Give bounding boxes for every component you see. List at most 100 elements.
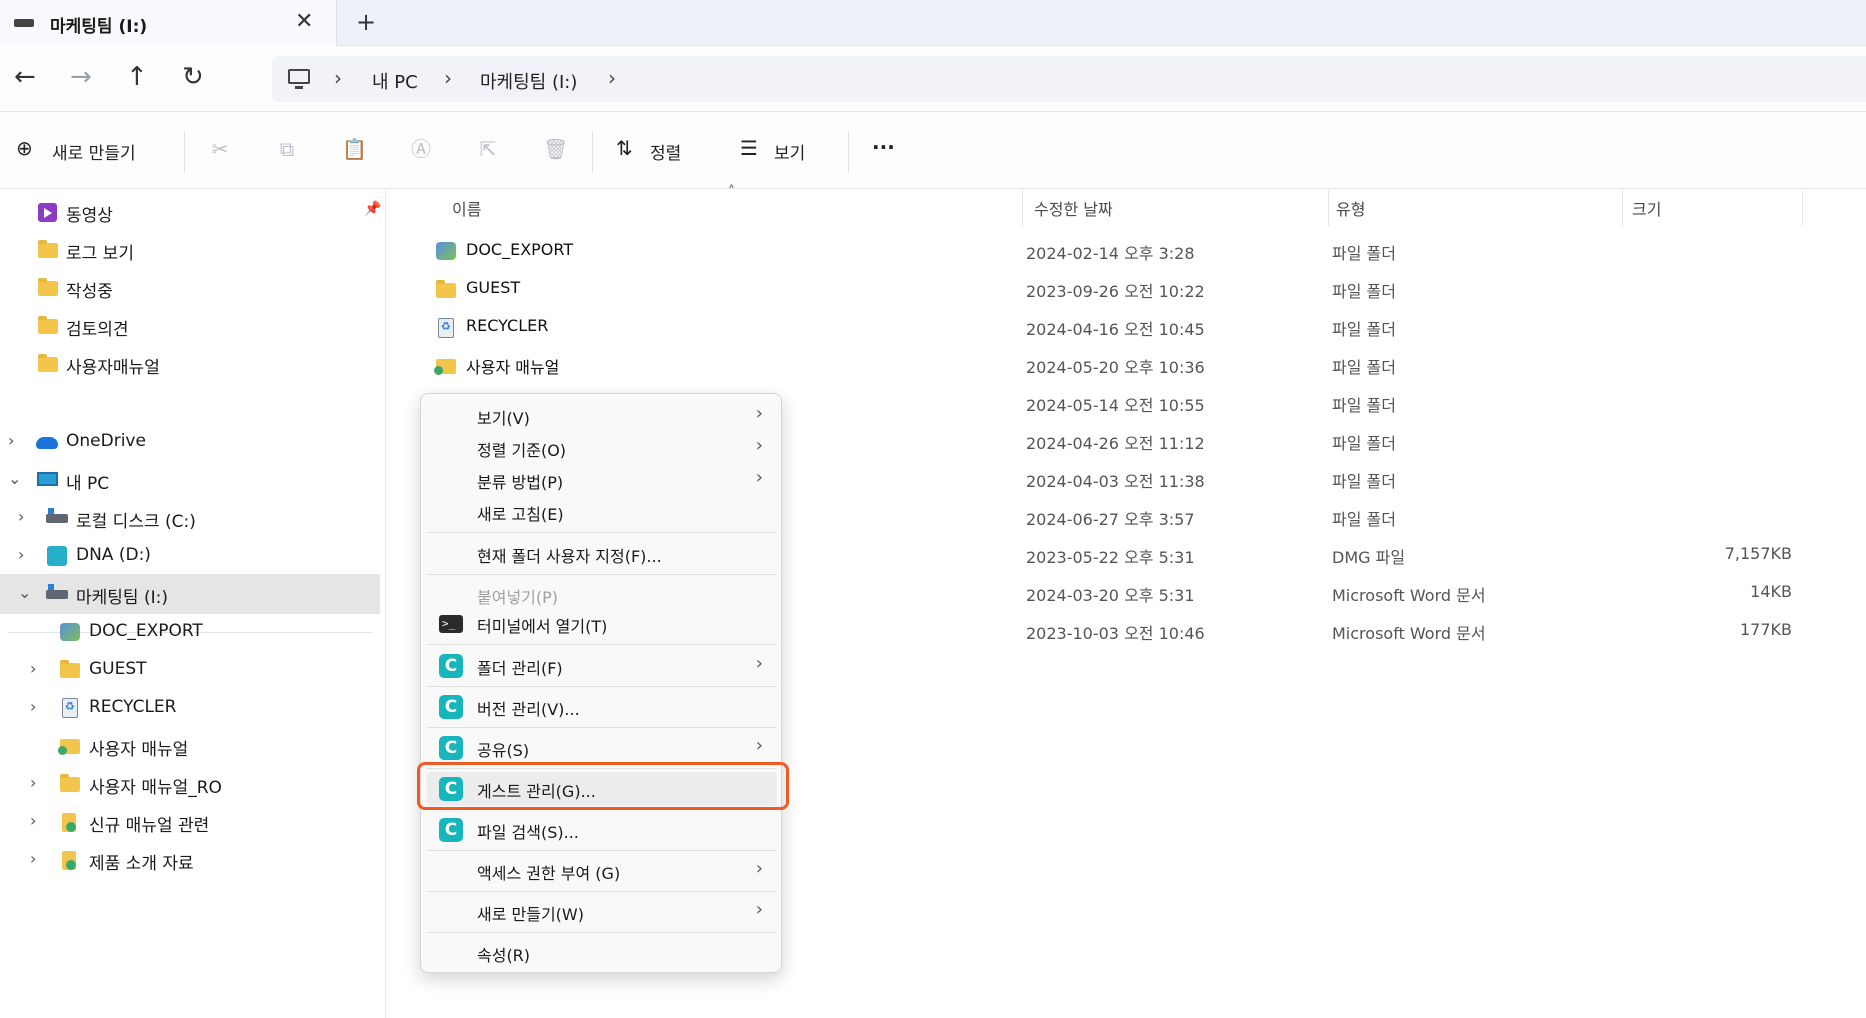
- sidebar-item-user-manual-ro[interactable]: › 사용자 매뉴얼_RO: [0, 764, 380, 804]
- view-icon[interactable]: ☰: [740, 136, 758, 160]
- sidebar-item-user-manual-shared[interactable]: 사용자 매뉴얼: [0, 726, 380, 766]
- column-divider[interactable]: [1622, 190, 1623, 226]
- new-icon[interactable]: ⊕: [16, 136, 33, 160]
- share-icon[interactable]: ⇱: [476, 137, 500, 161]
- expand-chevron-icon[interactable]: ›: [18, 545, 24, 564]
- paste-icon[interactable]: 📋: [342, 137, 367, 161]
- menu-item-label: 분류 방법(P): [477, 473, 564, 492]
- menu-item-customize-folder[interactable]: 현재 폴더 사용자 지정(F)...: [427, 537, 777, 571]
- new-button[interactable]: 새로 만들기: [52, 139, 136, 164]
- expand-chevron-icon[interactable]: ›: [30, 849, 36, 868]
- breadcrumb-marketing-drive[interactable]: 마케팅팀 (I:): [480, 68, 577, 94]
- breadcrumb-separator[interactable]: ›: [608, 66, 616, 90]
- explorer-tab[interactable]: 마케팅팀 (I:) ✕: [0, 0, 337, 46]
- sidebar-item-user-manual[interactable]: 사용자매뉴얼: [0, 344, 380, 384]
- sidebar-item-my-pc[interactable]: ⌄ 내 PC: [0, 460, 380, 500]
- sync-folder-icon: [62, 813, 76, 832]
- expand-chevron-icon[interactable]: ›: [8, 431, 14, 450]
- menu-item-grant-access[interactable]: 액세스 권한 부여 (G) ›: [427, 854, 777, 888]
- sidebar-item-guest[interactable]: › GUEST: [0, 650, 380, 690]
- export-folder-icon: [60, 623, 80, 641]
- menu-divider: [427, 686, 777, 687]
- collapse-chevron-icon[interactable]: ⌄: [8, 469, 21, 488]
- menu-item-label: 폴더 관리(F): [477, 659, 563, 678]
- expand-chevron-icon[interactable]: ›: [30, 659, 36, 678]
- sort-icon[interactable]: ⇅: [616, 136, 633, 160]
- new-tab-button[interactable]: +: [356, 8, 376, 36]
- sidebar-item-onedrive[interactable]: › OneDrive: [0, 422, 380, 462]
- back-button[interactable]: ←: [14, 62, 36, 92]
- sidebar-item-dna-d[interactable]: › DNA (D:): [0, 536, 380, 576]
- column-divider[interactable]: [1802, 190, 1803, 226]
- column-header-type[interactable]: 유형: [1336, 196, 1365, 220]
- sidebar-item-label: DNA (D:): [76, 545, 151, 565]
- table-row[interactable]: GUEST 2023-09-26 오전 10:22 파일 폴더: [432, 270, 1832, 308]
- menu-item-share[interactable]: C 공유(S) ›: [427, 731, 777, 765]
- expand-chevron-icon[interactable]: ›: [30, 811, 36, 830]
- column-header-date[interactable]: 수정한 날짜: [1034, 196, 1113, 220]
- sidebar-item-doc-export[interactable]: DOC_EXPORT: [0, 612, 380, 652]
- menu-item-view[interactable]: 보기(V) ›: [427, 399, 777, 433]
- menu-item-refresh[interactable]: 새로 고침(E): [427, 495, 777, 529]
- menu-item-open-terminal[interactable]: >_ 터미널에서 열기(T): [427, 607, 777, 641]
- sidebar-item-drafting[interactable]: 작성중: [0, 268, 380, 308]
- submenu-arrow-icon: ›: [755, 735, 763, 756]
- sidebar-item-product-intro[interactable]: › 제품 소개 자료: [0, 840, 380, 880]
- column-divider[interactable]: [1328, 190, 1329, 226]
- menu-divider: [427, 532, 777, 533]
- up-button[interactable]: ↑: [126, 62, 148, 92]
- table-row[interactable]: RECYCLER 2024-04-16 오전 10:45 파일 폴더: [432, 308, 1832, 346]
- menu-item-properties[interactable]: 속성(R): [427, 936, 777, 970]
- recycler-icon: [62, 698, 78, 718]
- breadcrumb-separator[interactable]: ›: [334, 66, 342, 90]
- collapse-chevron-icon[interactable]: ⌄: [18, 583, 31, 602]
- sidebar-item-new-manual[interactable]: › 신규 매뉴얼 관련: [0, 802, 380, 842]
- menu-divider: [427, 727, 777, 728]
- copy-icon[interactable]: ⧉: [275, 137, 299, 161]
- column-divider[interactable]: [1022, 190, 1023, 226]
- table-row[interactable]: 사용자 매뉴얼 2024-05-20 오후 10:36 파일 폴더: [432, 346, 1832, 384]
- sidebar-item-videos[interactable]: 동영상 📌: [0, 192, 381, 232]
- address-bar[interactable]: › 내 PC › 마케팅팀 (I:) ›: [272, 56, 1866, 102]
- refresh-button[interactable]: ↻: [182, 62, 204, 92]
- column-header-name[interactable]: 이름: [452, 196, 481, 220]
- file-size: 7,157KB: [1724, 544, 1792, 563]
- menu-item-file-search[interactable]: C 파일 검색(S)...: [427, 813, 777, 847]
- menu-item-label: 버전 관리(V)...: [477, 700, 580, 719]
- forward-button[interactable]: →: [70, 62, 92, 92]
- table-row[interactable]: DOC_EXPORT 2024-02-14 오후 3:28 파일 폴더: [432, 232, 1832, 270]
- recycler-icon: [438, 318, 454, 338]
- menu-item-folder-management[interactable]: C 폴더 관리(F) ›: [427, 649, 777, 683]
- folder-icon: [38, 278, 58, 296]
- sort-button[interactable]: 정렬: [650, 139, 681, 164]
- menu-item-version-management[interactable]: C 버전 관리(V)...: [427, 690, 777, 724]
- breadcrumb-my-pc[interactable]: 내 PC: [372, 68, 418, 94]
- file-date: 2024-06-27 오후 3:57: [1026, 510, 1195, 529]
- column-header-size[interactable]: 크기: [1632, 196, 1661, 220]
- file-date: 2024-04-26 오전 11:12: [1026, 434, 1205, 453]
- menu-item-group-by[interactable]: 분류 방법(P) ›: [427, 463, 777, 497]
- sidebar-item-review[interactable]: 검토의견: [0, 306, 380, 346]
- sidebar-item-recycler[interactable]: › RECYCLER: [0, 688, 380, 728]
- delete-icon[interactable]: 🗑: [543, 137, 568, 161]
- pin-icon[interactable]: 📌: [364, 201, 381, 217]
- dna-drive-icon: [47, 546, 67, 566]
- command-bar: ⊕ 새로 만들기 ✂ ⧉ 📋 Ⓐ ⇱ 🗑 ⇅ 정렬 ☰ 보기 ···: [0, 113, 1866, 189]
- expand-chevron-icon[interactable]: ›: [30, 773, 36, 792]
- sidebar-item-log-view[interactable]: 로그 보기: [0, 230, 380, 270]
- rename-icon[interactable]: Ⓐ: [409, 137, 433, 161]
- sidebar-item-marketing-drive[interactable]: ⌄ 마케팅팀 (I:): [0, 574, 380, 614]
- menu-item-sort-by[interactable]: 정렬 기준(O) ›: [427, 431, 777, 465]
- cut-icon[interactable]: ✂: [208, 137, 232, 161]
- close-tab-button[interactable]: ✕: [295, 9, 313, 34]
- sidebar-item-local-disk-c[interactable]: › 로컬 디스크 (C:): [0, 498, 380, 538]
- expand-chevron-icon[interactable]: ›: [30, 697, 36, 716]
- more-options-button[interactable]: ···: [872, 135, 895, 159]
- expand-chevron-icon[interactable]: ›: [18, 507, 24, 526]
- breadcrumb-separator[interactable]: ›: [444, 66, 452, 90]
- sidebar-item-label: RECYCLER: [89, 697, 177, 717]
- view-button[interactable]: 보기: [774, 139, 805, 164]
- folder-icon: [38, 354, 58, 372]
- menu-item-new[interactable]: 새로 만들기(W) ›: [427, 895, 777, 929]
- pc-icon: [37, 472, 58, 486]
